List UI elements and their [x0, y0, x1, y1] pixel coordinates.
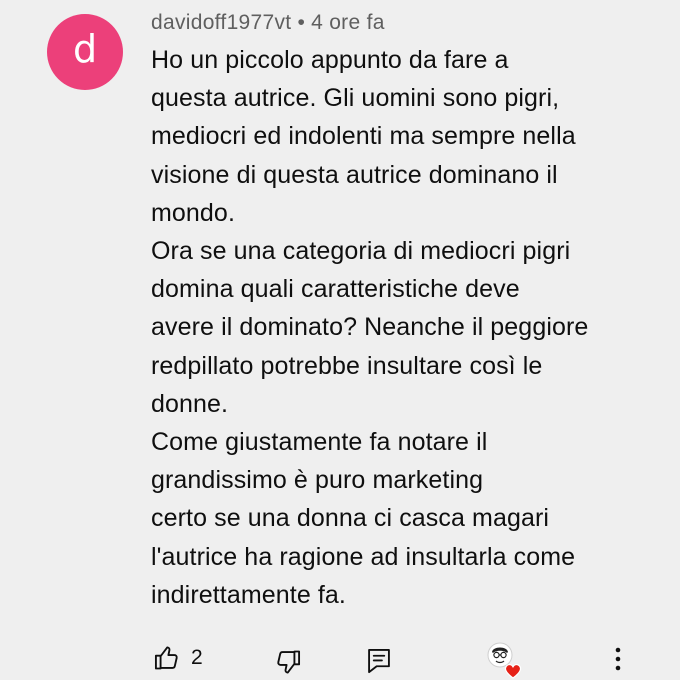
comment-card: d davidoff1977vt • 4 ore fa Ho un piccolo …	[0, 0, 680, 680]
comment-line: domina quali caratteristiche deve	[151, 275, 520, 304]
comment-line: certo se una donna ci casca magari	[151, 504, 550, 533]
reply-icon	[366, 647, 392, 675]
comment-line: redpillato potrebbe insultare così le	[151, 351, 543, 380]
comment-text: Ho un piccolo appunto da fare a questa a…	[151, 41, 651, 614]
comment-line: l'autrice ha ragione ad insultarla come	[151, 542, 576, 571]
creator-heart-icon	[483, 640, 527, 680]
thumbs-down-icon	[274, 648, 302, 676]
reply-button[interactable]	[366, 647, 392, 675]
more-options-button[interactable]	[610, 645, 626, 673]
dislike-button[interactable]	[274, 648, 302, 676]
avatar[interactable]: d	[47, 14, 123, 90]
more-vert-icon	[610, 645, 626, 673]
thumbs-up-icon	[153, 644, 181, 672]
like-count: 2	[191, 646, 203, 669]
comment-meta: davidoff1977vt • 4 ore fa	[151, 11, 385, 35]
avatar-letter: d	[72, 27, 98, 71]
creator-heart[interactable]	[483, 640, 527, 680]
comment-line: mondo.	[151, 198, 235, 227]
meta-separator: •	[297, 11, 306, 34]
comment-line: questa autrice. Gli uomini sono pigri,	[151, 84, 560, 113]
comment-line: avere il dominato? Neanche il peggiore	[151, 313, 589, 342]
comment-line: grandissimo è puro marketing	[151, 466, 484, 495]
like-button[interactable]: 2	[153, 644, 203, 672]
comment-line: mediocri ed indolenti ma sempre nella	[151, 122, 576, 151]
timestamp[interactable]: 4 ore fa	[311, 11, 385, 34]
comment-line: Ho un piccolo appunto da fare a	[151, 46, 509, 74]
comment-line: Come giustamente fa notare il	[151, 428, 488, 457]
comment-actions: 2	[0, 636, 680, 680]
comment-line: Ora se una categoria di mediocri pigri	[151, 237, 571, 266]
comment-line: donne.	[151, 389, 229, 418]
comment-line: indirettamente fa.	[151, 580, 346, 609]
comment-line: visione di questa autrice dominano il	[151, 160, 558, 189]
author-name[interactable]: davidoff1977vt	[151, 11, 291, 34]
